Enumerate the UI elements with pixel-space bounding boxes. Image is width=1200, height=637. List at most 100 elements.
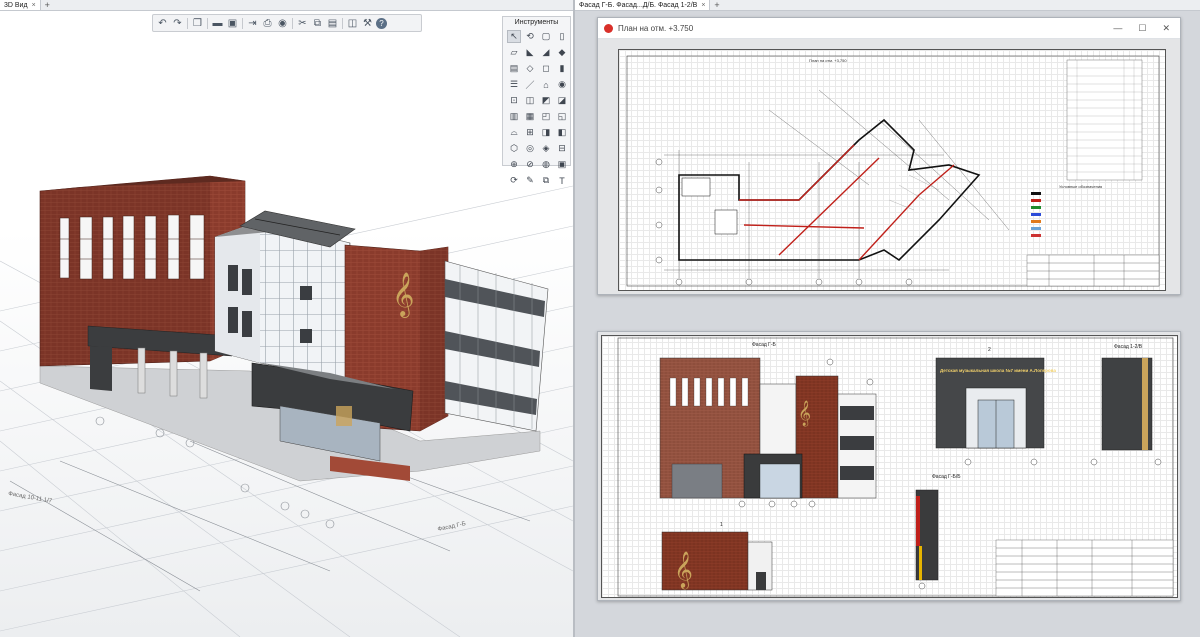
tool-button[interactable]: ▢ [539,30,553,43]
export-icon[interactable]: ⇥ [246,17,259,30]
view-toolbar: ↶ ↷ ❒ ▬ ▣ ⇥ ⎙ ◉ ✂ ⧉ ▤ ◫ ⚒ ? [152,14,422,32]
add-tab-button[interactable]: + [710,0,723,10]
tool-button[interactable]: ◍ [539,158,553,171]
tool-button[interactable]: ◨ [539,126,553,139]
tool-button[interactable]: ◱ [555,110,569,123]
facade-label-small: Фасад Г-Б/Б [932,474,961,480]
tool-button[interactable]: ⌓ [507,126,521,139]
tool-button[interactable]: ◩ [539,94,553,107]
toolbar-separator [342,17,343,29]
print-icon[interactable]: ⎙ [261,17,274,30]
tool-button[interactable]: ▦ [523,110,537,123]
app-logo-icon [604,23,613,33]
facade-label-1: 1 [720,522,723,528]
toolbar-separator [207,17,208,29]
tool-button[interactable]: ◎ [523,142,537,155]
facade-sign-text: Детская музыкальная школа №7 имени А.Лоп… [940,368,1056,373]
tab-facades[interactable]: Фасад Г-Б. Фасад...Д/Б. Фасад 1-2/В × [575,0,711,10]
treble-clef-icon: 𝄞 [392,272,414,318]
toolbar-separator [242,17,243,29]
tool-button[interactable]: ◇ [523,62,537,75]
tool-button[interactable]: ◣ [523,46,537,59]
tab-3d-view[interactable]: 3D Вид × [0,0,41,10]
axis-label-b: Фасад Г-Б [437,521,466,533]
tool-button[interactable]: ⊕ [507,158,521,171]
toolbar-separator [292,17,293,29]
undo-icon[interactable]: ↶ [156,17,169,30]
tool-button[interactable]: ◢ [539,46,553,59]
facade-sheet-window: 𝄞 Фасад Г-Б 2 Детская музыкальная школа … [597,331,1181,601]
maximize-button[interactable]: ☐ [1138,23,1146,34]
tools-grid: ↖ ⟲ ▢ ▯ ▱ ◣ ◢ ◆ ▤ ◇ ◻ ▮ ☰ ／ ⌂ ◉ ⊡ ◫ ◩ ◪ ▥ ▦ ◰ ◱ ⌓ ⊞ ◨ ◧ ⬡ ◎ ◈ ⊟ ⊕ ⊘ ◍ ▣ ⟳ ✎ ⧉ T [503,29,570,187]
wrench-icon[interactable]: ⚒ [361,17,374,30]
paste-icon[interactable]: ▤ [326,17,339,30]
tool-button[interactable]: ▯ [555,30,569,43]
visibility-icon[interactable]: ◉ [276,17,289,30]
legend-title: Условные обозначения [1059,184,1102,189]
close-button[interactable]: ✕ [1162,23,1170,34]
tool-button[interactable]: ⌂ [539,78,553,91]
tool-button[interactable]: ▮ [555,62,569,75]
save-icon[interactable]: ▣ [226,17,239,30]
sheets-area: План на отм. +3.750 — ☐ ✕ План на отм. +… [575,11,1200,637]
tool-button[interactable]: ↖ [507,30,521,43]
plan-window-titlebar[interactable]: План на отм. +3.750 — ☐ ✕ [598,18,1180,39]
plan-window-title: План на отм. +3.750 [618,23,694,33]
tool-button[interactable]: ⊞ [523,126,537,139]
tool-button[interactable]: ◆ [555,46,569,59]
copy-icon[interactable]: ⧉ [311,17,324,30]
close-icon[interactable]: × [701,2,705,9]
tool-button[interactable]: ◻ [539,62,553,75]
redo-icon[interactable]: ↷ [171,17,184,30]
plan-sheet[interactable]: План на отм. +3,750 Условные обозначения [618,49,1166,291]
tool-button[interactable]: ⊟ [555,142,569,155]
tool-button[interactable]: ⟲ [523,30,537,43]
cut-icon[interactable]: ✂ [296,17,309,30]
cube-view-icon[interactable]: ❒ [191,17,204,30]
tool-button[interactable]: ▤ [507,62,521,75]
tool-button[interactable]: ◉ [555,78,569,91]
tool-button[interactable]: ／ [523,78,537,91]
tools-panel-title: Инструменты [514,19,559,26]
facades-drawing: 𝄞 Фасад Г-Б 2 Детская музыкальная школа … [617,337,1174,597]
minimize-button[interactable]: — [1113,23,1122,34]
tool-button[interactable]: ⊘ [523,158,537,171]
plan-window: План на отм. +3.750 — ☐ ✕ План на отм. +… [597,17,1181,295]
tool-button[interactable]: ▣ [555,158,569,171]
tab-facades-label: Фасад Г-Б. Фасад...Д/Б. Фасад 1-2/В [579,1,698,9]
layers-icon[interactable]: ◫ [346,17,359,30]
tool-button[interactable]: ✎ [523,174,537,187]
tool-button[interactable]: ◪ [555,94,569,107]
tool-button[interactable]: ◫ [523,94,537,107]
tool-button[interactable]: ◈ [539,142,553,155]
viewport-3d[interactable]: Фасад 10-11 1/7 Фасад Г-Б 𝄞 ↶ ↷ ❒ ▬ ▣ ⇥ … [0,11,573,637]
treble-clef-icon: 𝄞 [674,550,693,589]
facade-label-side: Фасад 1-2/В [1114,344,1143,350]
folder-icon[interactable]: ▬ [211,17,224,30]
treble-clef-icon: 𝄞 [798,400,811,426]
tab-3d-view-label: 3D Вид [4,1,28,9]
tool-button[interactable]: ⬡ [507,142,521,155]
tool-button[interactable]: ⊡ [507,94,521,107]
model-3d-render: Фасад 10-11 1/7 Фасад Г-Б 𝄞 [0,175,573,637]
tool-button[interactable]: ◰ [539,110,553,123]
facade-label-main: Фасад Г-Б [752,342,777,348]
tool-button[interactable]: ◧ [555,126,569,139]
add-tab-button[interactable]: + [41,0,54,10]
tool-button[interactable]: ☰ [507,78,521,91]
tool-button[interactable]: ⟳ [507,174,521,187]
facade-label-2: 2 [988,347,991,353]
floor-plan-drawing: Условные обозначения [626,55,1160,287]
tool-button[interactable]: ⧉ [539,174,553,187]
axis-label-a: Фасад 10-11 1/7 [8,491,53,505]
toolbar-separator [187,17,188,29]
tool-button[interactable]: ▱ [507,46,521,59]
left-tab-bar: 3D Вид × + [0,0,573,11]
right-tab-bar: Фасад Г-Б. Фасад...Д/Б. Фасад 1-2/В × + [575,0,1200,11]
tool-button[interactable]: ▥ [507,110,521,123]
help-icon[interactable]: ? [376,17,387,29]
facade-sheet[interactable]: 𝄞 Фасад Г-Б 2 Детская музыкальная школа … [601,335,1178,598]
close-icon[interactable]: × [32,2,36,9]
tool-button[interactable]: T [555,174,569,187]
entrance-sign [336,406,352,426]
